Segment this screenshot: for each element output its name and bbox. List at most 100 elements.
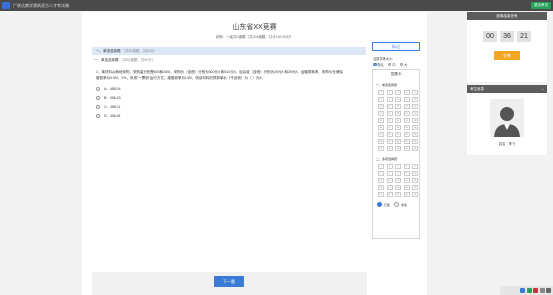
answer-card-cell[interactable]: 21 [378, 118, 384, 123]
radio-icon[interactable] [387, 62, 392, 67]
answer-card-cell[interactable]: 27 [386, 125, 393, 130]
answer-card-cell[interactable]: 26 [378, 125, 384, 130]
answer-card-cell[interactable]: 8 [395, 97, 401, 102]
answer-card-cell[interactable]: 34 [403, 132, 410, 137]
option-b[interactable]: B、 496.43 [96, 93, 216, 102]
app-tray-icon[interactable] [526, 288, 532, 293]
answer-card-cell[interactable]: 23 [395, 118, 401, 123]
answer-card-cell[interactable]: 14 [403, 178, 410, 183]
answer-card-cell[interactable]: 1 [378, 164, 384, 169]
answer-card-cell[interactable]: 7 [386, 171, 393, 176]
answer-card-cell[interactable]: 9 [403, 97, 410, 102]
answer-card-cell[interactable]: 1 [378, 90, 384, 95]
answer-card-cell[interactable]: 20 [412, 111, 418, 116]
submit-exam-button[interactable]: 交卷 [494, 51, 520, 60]
answer-card-cell[interactable]: 19 [403, 185, 410, 190]
answer-card-cell[interactable]: 33 [395, 132, 401, 137]
answer-card-cell[interactable]: 18 [395, 185, 401, 190]
answer-card-cell[interactable]: 41 [378, 146, 384, 151]
answer-card-cell[interactable]: 38 [395, 139, 401, 144]
answer-card-cell[interactable]: 22 [386, 118, 393, 123]
answer-card-cell[interactable]: 20 [412, 185, 418, 190]
answer-card-cell[interactable]: 24 [403, 192, 410, 197]
answer-card-cell[interactable]: 25 [412, 118, 418, 123]
radio-icon[interactable] [96, 113, 100, 118]
answer-card-cell[interactable]: 15 [412, 104, 418, 109]
answer-card-cell[interactable]: 22 [386, 192, 393, 197]
answer-card-cell[interactable]: 14 [403, 104, 410, 109]
timer-minutes: 36 [500, 31, 514, 42]
radio-icon[interactable] [399, 62, 404, 67]
radio-icon[interactable] [96, 104, 100, 109]
answer-card-cell[interactable]: 42 [386, 146, 393, 151]
answer-card-cell[interactable]: 17 [386, 111, 393, 116]
answer-card-cell[interactable]: 4 [403, 90, 410, 95]
answer-card-cell[interactable]: 9 [403, 171, 410, 176]
answer-card-cell[interactable]: 17 [386, 185, 393, 190]
answer-card-cell[interactable]: 44 [403, 146, 410, 151]
exit-exam-button[interactable]: 退出考试 [531, 2, 551, 9]
answer-card-cell[interactable]: 45 [412, 146, 418, 151]
answer-card-cell[interactable]: 6 [378, 97, 384, 102]
answer-card-cell[interactable]: 13 [395, 178, 401, 183]
answer-card-cell[interactable]: 32 [386, 132, 393, 137]
answer-card-cell[interactable]: 4 [403, 164, 410, 169]
answer-card-cell[interactable]: 11 [378, 104, 384, 109]
answer-card-cell[interactable]: 21 [378, 192, 384, 197]
answer-card-cell[interactable]: 7 [386, 97, 393, 102]
answer-card-cell[interactable]: 15 [412, 178, 418, 183]
answer-card-cell[interactable]: 23 [395, 192, 401, 197]
font-option-default[interactable]: 默认 [378, 62, 384, 67]
answer-card-cell[interactable]: 36 [378, 139, 384, 144]
answer-card-cell[interactable]: 28 [395, 125, 401, 130]
answer-card-cell[interactable]: 40 [412, 139, 418, 144]
option-a[interactable]: A、 488.04 [96, 84, 216, 93]
answer-card-cell[interactable]: 30 [412, 125, 418, 130]
answer-card-cell[interactable]: 10 [412, 171, 418, 176]
radio-icon[interactable] [96, 95, 100, 100]
app-tray-icon[interactable] [533, 288, 538, 293]
answer-card-cell[interactable]: 43 [395, 146, 401, 151]
answer-card: 答题卡 一、单选选择题 1 2 3 4 5 6 7 8 9 10 11 12 13 14 15 16 17 18 1… [372, 69, 420, 239]
answer-card-cell[interactable]: 2 [386, 90, 393, 95]
card-grid-section-1: 1 2 3 4 5 6 7 8 9 10 11 12 13 14 15 16 17 18 19 20 21 22 23 24 2… [378, 90, 419, 151]
legend-todo-label: 未答 [401, 202, 408, 207]
radio-icon[interactable] [96, 86, 100, 91]
answer-card-cell[interactable]: 35 [412, 132, 418, 137]
answer-card-cell[interactable]: 29 [403, 125, 410, 130]
answer-card-cell[interactable]: 18 [395, 111, 401, 116]
answer-card-cell[interactable]: 3 [395, 90, 401, 95]
answer-card-cell[interactable]: 5 [412, 164, 418, 169]
next-question-button[interactable]: 下一题 [214, 276, 244, 287]
answer-card-cell[interactable]: 6 [378, 171, 384, 176]
answer-card-cell[interactable]: 2 [386, 164, 393, 169]
answer-card-cell[interactable]: 13 [395, 104, 401, 109]
countdown: 00 36 21 [467, 31, 547, 42]
answer-card-cell[interactable]: 16 [378, 185, 384, 190]
minimize-icon[interactable]: – [542, 85, 544, 93]
answer-card-cell[interactable]: 11 [378, 178, 384, 183]
answer-card-cell[interactable]: 12 [386, 178, 393, 183]
network-icon[interactable] [520, 288, 525, 293]
mark-button[interactable]: 标记 [372, 42, 420, 51]
answer-card-cell[interactable]: 8 [395, 171, 401, 176]
option-d[interactable]: D、 496.51 [96, 111, 216, 120]
answer-card-cell[interactable]: 5 [412, 90, 418, 95]
answer-card-cell[interactable]: 12 [386, 104, 393, 109]
option-c[interactable]: C、 488.11 [96, 102, 216, 111]
answer-card-cell[interactable]: 31 [378, 132, 384, 137]
keyboard-icon[interactable] [546, 288, 551, 293]
answer-card-cell[interactable]: 3 [395, 164, 401, 169]
timer-panel: 距离结束还有 00 36 21 交卷 [467, 12, 547, 82]
volume-icon[interactable] [539, 288, 545, 293]
answer-card-cell[interactable]: 25 [412, 192, 418, 197]
answer-card-cell[interactable]: 37 [386, 139, 393, 144]
answer-card-cell[interactable]: 10 [412, 97, 418, 102]
font-option-large[interactable]: 大 [404, 62, 407, 67]
answer-card-cell[interactable]: 16 [378, 111, 384, 116]
answer-card-cell[interactable]: 19 [403, 111, 410, 116]
radio-icon[interactable] [373, 62, 377, 67]
answer-card-cell[interactable]: 39 [403, 139, 410, 144]
font-option-medium[interactable]: 中 [392, 62, 395, 67]
answer-card-cell[interactable]: 24 [403, 118, 410, 123]
